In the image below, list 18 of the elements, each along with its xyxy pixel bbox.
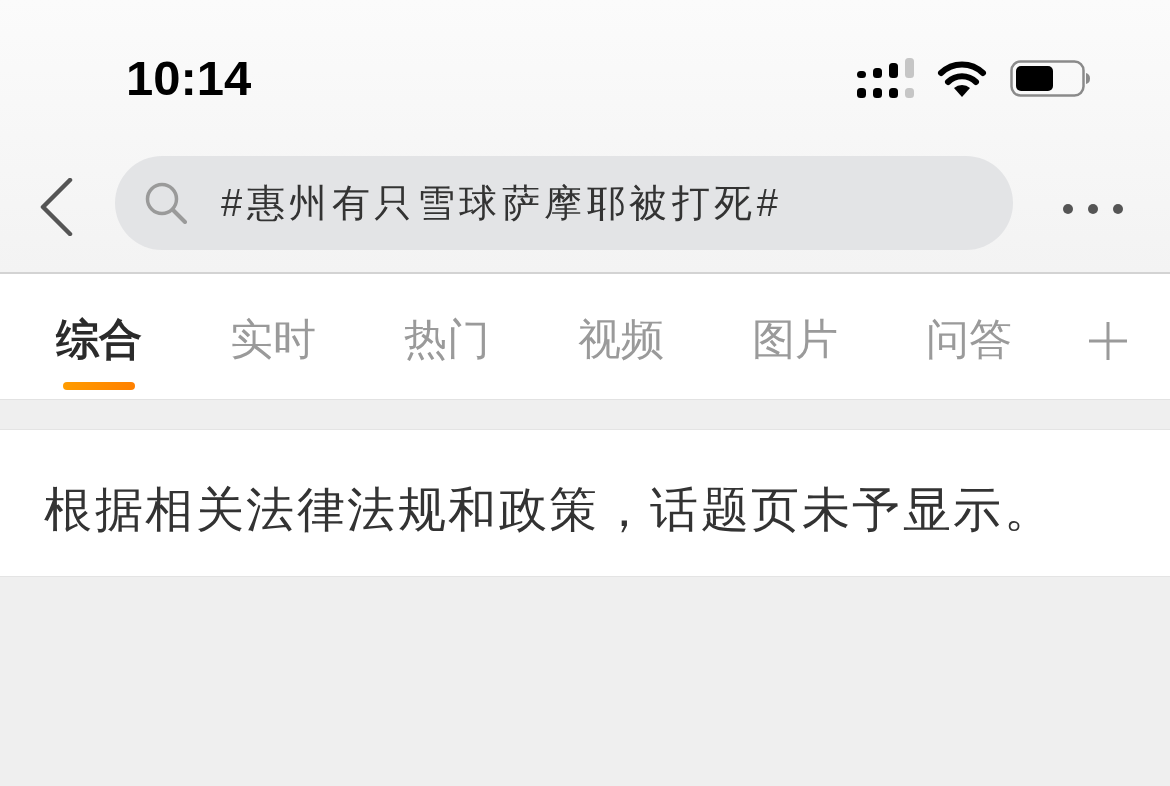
tab[interactable]: 视频 bbox=[534, 274, 708, 399]
tab[interactable]: 图片 bbox=[708, 274, 882, 399]
active-tab-indicator bbox=[63, 382, 135, 390]
back-button[interactable] bbox=[38, 177, 74, 237]
tab[interactable]: 问答 bbox=[882, 274, 1056, 399]
battery-icon bbox=[1010, 59, 1090, 97]
plus-icon bbox=[1088, 321, 1128, 361]
cellular-signal-icon bbox=[857, 58, 914, 98]
tab[interactable]: 综合 bbox=[12, 274, 186, 399]
wifi-icon bbox=[937, 59, 987, 97]
tab[interactable]: 热门 bbox=[360, 274, 534, 399]
search-icon bbox=[145, 182, 187, 224]
notice-text: 根据相关法律法规和政策，话题页未予显示。 bbox=[44, 482, 1054, 538]
status-time: 10:14 bbox=[126, 50, 252, 106]
search-field[interactable]: #惠州有只雪球萨摩耶被打死# bbox=[115, 156, 1013, 250]
chevron-left-icon bbox=[39, 178, 73, 236]
more-icon bbox=[1062, 203, 1124, 215]
tab[interactable]: 实时 bbox=[186, 274, 360, 399]
